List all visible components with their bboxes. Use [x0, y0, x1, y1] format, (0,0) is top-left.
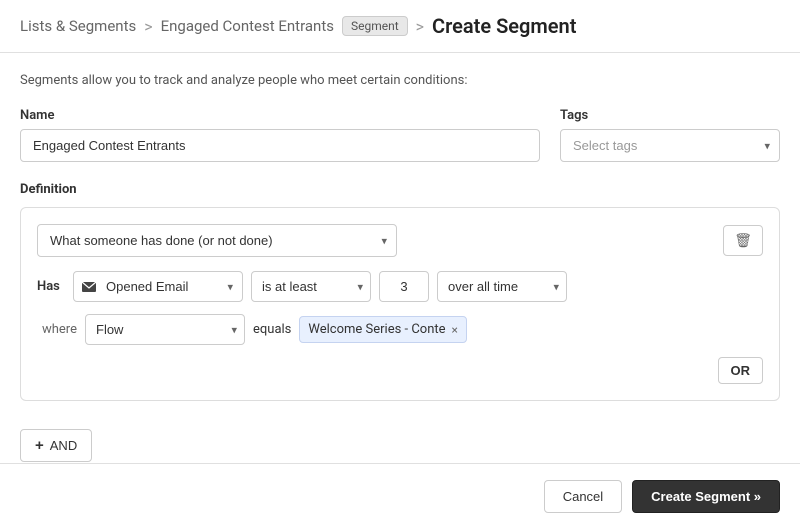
time-select-wrap[interactable]: over all time in the last ▾ — [437, 271, 567, 302]
breadcrumb-sep2: > — [416, 17, 424, 36]
and-label: AND — [50, 438, 77, 453]
has-row: Has Opened Email Clicked Email ▾ — [37, 271, 763, 302]
condition-type-select[interactable]: What someone has done (or not done) What… — [37, 224, 397, 257]
condition-select-wrap[interactable]: is at least is at most equals ▾ — [251, 271, 371, 302]
tags-select[interactable]: Select tags — [560, 129, 780, 162]
equals-label: equals — [253, 322, 291, 337]
condition-type-row: What someone has done (or not done) What… — [37, 224, 763, 257]
breadcrumb-segment-name[interactable]: Engaged Contest Entrants — [161, 17, 334, 35]
definition-section: Definition What someone has done (or not… — [20, 182, 780, 401]
has-label: Has — [37, 279, 65, 294]
description-text: Segments allow you to track and analyze … — [20, 73, 780, 88]
tag-value-text: Welcome Series - Conte — [308, 322, 445, 337]
delete-icon: 🗑 — [734, 232, 752, 249]
remove-tag-icon[interactable]: × — [452, 324, 458, 336]
breadcrumb-lists[interactable]: Lists & Segments — [20, 17, 136, 35]
form-row: Name Tags Select tags ▾ — [20, 108, 780, 162]
tags-select-wrapper[interactable]: Select tags ▾ — [560, 129, 780, 162]
condition-select[interactable]: is at least is at most equals — [251, 271, 371, 302]
create-segment-button[interactable]: Create Segment » — [632, 480, 780, 513]
time-select[interactable]: over all time in the last — [437, 271, 567, 302]
cancel-button[interactable]: Cancel — [544, 480, 622, 513]
footer: Cancel Create Segment » — [0, 463, 800, 529]
tag-value-chip: Welcome Series - Conte × — [299, 316, 467, 343]
tags-group: Tags Select tags ▾ — [560, 108, 780, 162]
and-button[interactable]: + AND — [20, 429, 92, 462]
where-label: where — [37, 322, 77, 337]
breadcrumb-create: Create Segment — [432, 14, 576, 38]
event-select[interactable]: Opened Email Clicked Email — [73, 271, 243, 302]
count-input[interactable] — [379, 271, 429, 302]
breadcrumb: Lists & Segments > Engaged Contest Entra… — [0, 0, 800, 53]
or-row: OR — [37, 357, 763, 384]
name-group: Name — [20, 108, 540, 162]
delete-condition-button[interactable]: 🗑 — [723, 225, 763, 256]
flow-select-wrap[interactable]: Flow Campaign ▾ — [85, 314, 245, 345]
flow-select[interactable]: Flow Campaign — [85, 314, 245, 345]
definition-box: What someone has done (or not done) What… — [20, 207, 780, 401]
event-select-wrap[interactable]: Opened Email Clicked Email ▾ — [73, 271, 243, 302]
segment-badge: Segment — [342, 16, 408, 36]
definition-label: Definition — [20, 182, 780, 197]
breadcrumb-sep1: > — [144, 17, 152, 36]
name-input[interactable] — [20, 129, 540, 162]
tags-label: Tags — [560, 108, 780, 123]
plus-icon: + — [35, 437, 44, 454]
where-row: where Flow Campaign ▾ equals Welcome Ser… — [37, 314, 763, 345]
or-button[interactable]: OR — [718, 357, 764, 384]
condition-type-select-wrap[interactable]: What someone has done (or not done) What… — [37, 224, 397, 257]
name-label: Name — [20, 108, 540, 123]
